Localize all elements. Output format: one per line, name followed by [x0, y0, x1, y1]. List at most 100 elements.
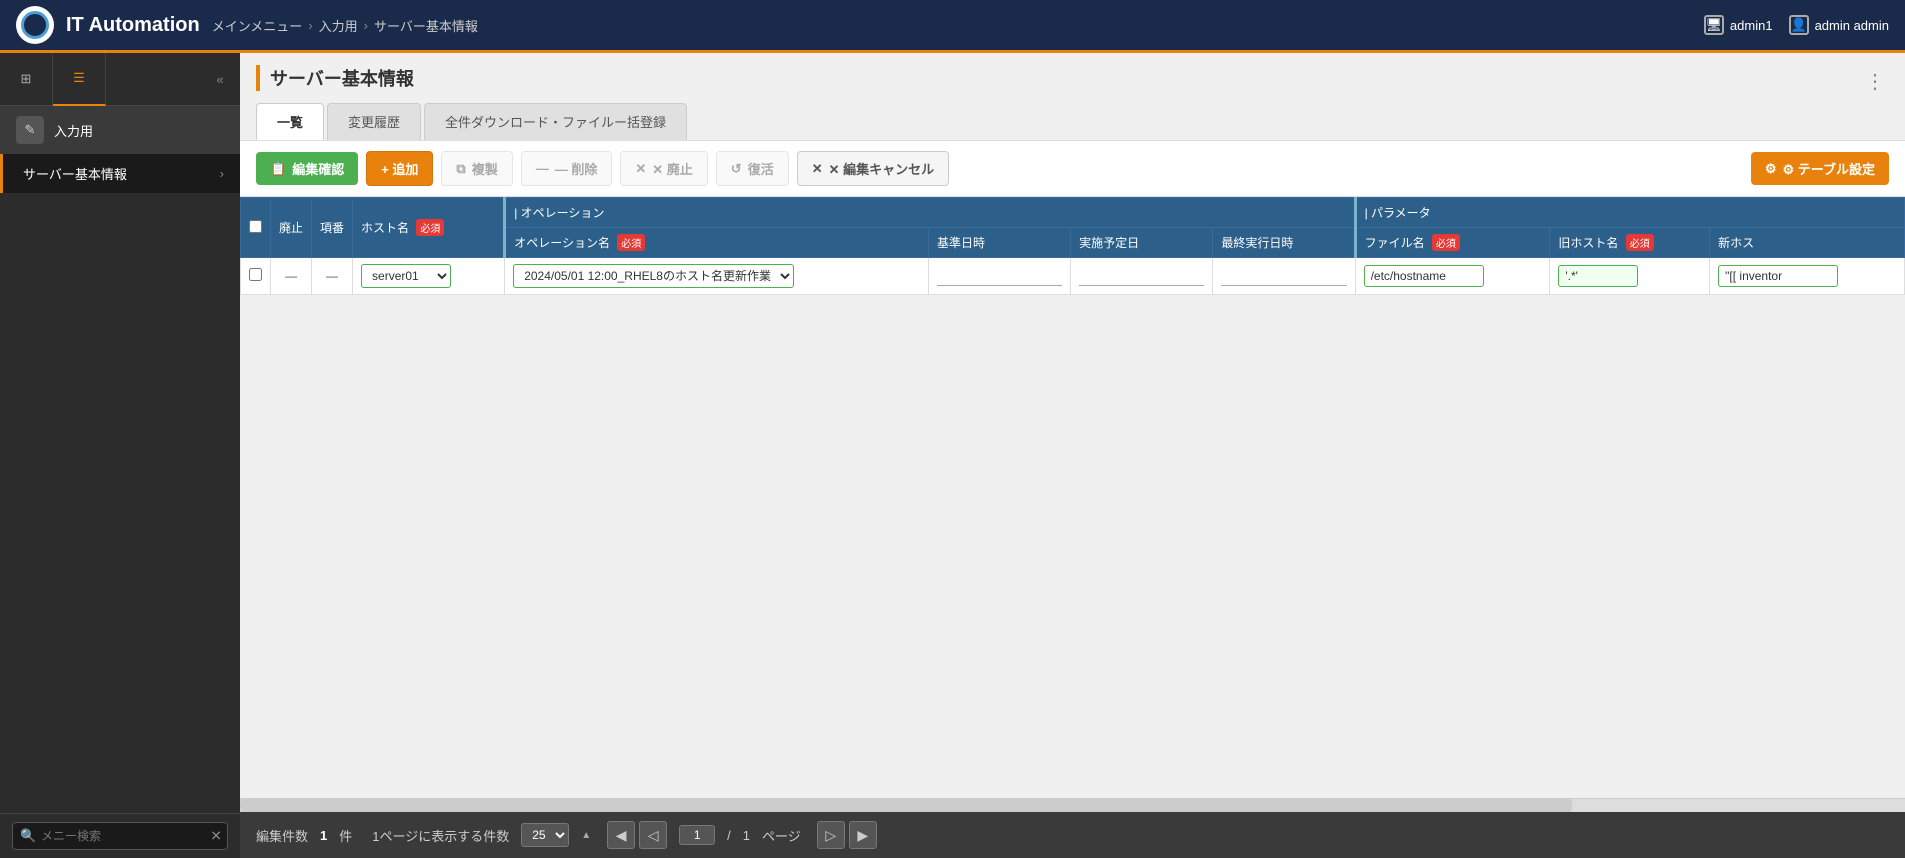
last-exec-line [1221, 266, 1346, 286]
per-page-select[interactable]: 25 [521, 823, 569, 847]
prev-page-btn[interactable]: ◁ [639, 821, 667, 849]
row-new-hostname-cell [1710, 258, 1905, 295]
sidebar-item-server-basic-info[interactable]: サーバー基本情報 › [0, 154, 240, 193]
user1-label: admin1 [1730, 18, 1773, 33]
discard-button[interactable]: ✕ ✕ 廃止 [620, 151, 707, 186]
scrollbar-track [240, 799, 1572, 812]
list-icon: ☰ [73, 70, 85, 86]
th-seq: 項番 [312, 198, 353, 258]
sidebar-collapse-btn[interactable]: « [200, 53, 240, 106]
main-layout: ⊞ ☰ « ✎ 入力用 サーバー基本情報 › 🔍 ✕ [0, 53, 1905, 858]
operation-required-badge: 必須 [617, 234, 645, 251]
old-hostname-required-badge: 必須 [1626, 234, 1654, 251]
th-param-group: | パラメータ [1355, 198, 1904, 228]
row-last-exec-cell [1213, 258, 1355, 295]
base-date-line [937, 266, 1062, 286]
th-scheduled-date: 実施予定日 [1071, 228, 1213, 258]
first-page-btn[interactable]: ◀ [607, 821, 635, 849]
logo-inner [21, 11, 49, 39]
search-clear-icon[interactable]: ✕ [210, 828, 222, 845]
tab-list[interactable]: 一覧 [256, 103, 324, 140]
table-settings-button[interactable]: ⚙ ⚙ テーブル設定 [1751, 152, 1889, 185]
cancel-edit-button[interactable]: ✕ ✕ 編集キャンセル [797, 151, 949, 186]
per-page-label: 1ページに表示する件数 [372, 826, 509, 845]
tab-download-label: 全件ダウンロード・ファイルー括登録 [445, 115, 666, 130]
total-pages: 1 [743, 828, 750, 843]
table-area[interactable]: 廃止 項番 ホスト名 必須 | オペレーション | [240, 197, 1905, 798]
horizontal-scrollbar[interactable] [240, 798, 1905, 812]
discard-label: ✕ 廃止 [652, 159, 693, 178]
user2-label: admin admin [1815, 18, 1889, 33]
add-button[interactable]: + 追加 [366, 151, 433, 186]
edit-count-value: 1 [320, 828, 327, 843]
th-checkbox [241, 198, 271, 258]
row-seq-cell: — [312, 258, 353, 295]
delete-button[interactable]: — ― 削除 [521, 151, 613, 186]
select-all-checkbox[interactable] [249, 220, 262, 233]
table-settings-label: ⚙ テーブル設定 [1783, 159, 1876, 178]
filename-input[interactable] [1364, 265, 1484, 287]
edit-count-label: 編集件数 [256, 826, 308, 845]
toolbar: 📋 編集確認 + 追加 ⧉ 複製 — ― 削除 ✕ ✕ 廃止 ↺ 復活 [240, 141, 1905, 197]
confirm-edit-label: 編集確認 [292, 159, 344, 178]
chevron-right-icon: › [220, 166, 224, 181]
sidebar-list-btn[interactable]: ☰ [53, 53, 106, 106]
row-operation-cell: 2024/05/01 12:00_RHEL8のホスト名更新作業 [505, 258, 929, 295]
tab-download[interactable]: 全件ダウンロード・ファイルー括登録 [424, 103, 687, 140]
per-page-arrow: ▲ [581, 830, 591, 841]
edit-count-unit: 件 [339, 826, 352, 845]
row-discard-value: — [285, 269, 297, 283]
confirm-edit-button[interactable]: 📋 編集確認 [256, 152, 358, 185]
add-label: + 追加 [381, 159, 418, 178]
th-hostname: ホスト名 必須 [353, 198, 505, 258]
tab-list-label: 一覧 [277, 115, 303, 130]
person-icon: 👤 [1789, 15, 1809, 35]
search-input[interactable] [12, 822, 228, 850]
sidebar-search-area: 🔍 ✕ [0, 813, 240, 858]
scheduled-date-line [1079, 266, 1204, 286]
app-header: IT Automation メインメニュー › 入力用 › サーバー基本情報 🖥… [0, 0, 1905, 53]
sidebar-item-label: サーバー基本情報 [23, 164, 127, 183]
sidebar-section-label: 入力用 [54, 121, 93, 140]
copy-button[interactable]: ⧉ 複製 [441, 151, 512, 186]
breadcrumb-menu[interactable]: メインメニュー [212, 16, 303, 35]
hostname-required-badge: 必須 [416, 219, 444, 236]
row-scheduled-date-cell [1071, 258, 1213, 295]
restore-button[interactable]: ↺ 復活 [716, 151, 789, 186]
edit-icon: ✎ [25, 122, 36, 138]
row-checkbox-cell [241, 258, 271, 295]
tab-history[interactable]: 変更履歴 [327, 103, 421, 140]
filename-required-badge: 必須 [1432, 234, 1460, 251]
current-page-input[interactable] [679, 825, 715, 845]
th-discard: 廃止 [271, 198, 312, 258]
th-operation-group: | オペレーション [505, 198, 1355, 228]
header-right: 🖥 admin1 👤 admin admin [1704, 15, 1889, 35]
next-page-btn[interactable]: ▷ [817, 821, 845, 849]
sidebar-grid-btn[interactable]: ⊞ [0, 53, 53, 106]
row-hostname-cell: server01 [353, 258, 505, 295]
user2-info[interactable]: 👤 admin admin [1789, 15, 1889, 35]
user1-info[interactable]: 🖥 admin1 [1704, 15, 1773, 35]
gear-icon: ⚙ [1765, 161, 1777, 177]
breadcrumb-input[interactable]: 入力用 [319, 16, 358, 35]
th-new-hostname: 新ホス [1710, 228, 1905, 258]
search-wrap: 🔍 ✕ [12, 822, 228, 850]
sidebar-top: ⊞ ☰ « [0, 53, 240, 106]
th-filename: ファイル名 必須 [1355, 228, 1550, 258]
breadcrumb-sep2: › [364, 18, 368, 33]
old-hostname-input[interactable] [1558, 265, 1638, 287]
hostname-select[interactable]: server01 [361, 264, 451, 288]
breadcrumb-sep1: › [308, 18, 312, 33]
new-hostname-input[interactable] [1718, 265, 1838, 287]
row-filename-cell [1355, 258, 1550, 295]
more-options-btn[interactable]: ⋮ [1861, 65, 1889, 98]
row-checkbox[interactable] [249, 268, 262, 281]
main-header: サーバー基本情報 ⋮ 一覧 変更履歴 全件ダウンロード・ファイルー括登録 [240, 53, 1905, 141]
monitor-icon: 🖥 [1704, 15, 1724, 35]
operation-select[interactable]: 2024/05/01 12:00_RHEL8のホスト名更新作業 [513, 264, 794, 288]
page-nav: ◀ ◁ [607, 821, 667, 849]
col-group-header-row: 廃止 項番 ホスト名 必須 | オペレーション | [241, 198, 1905, 228]
last-page-btn[interactable]: ▶ [849, 821, 877, 849]
sidebar-section-icon: ✎ [16, 116, 44, 144]
breadcrumb-page: サーバー基本情報 [374, 16, 478, 35]
